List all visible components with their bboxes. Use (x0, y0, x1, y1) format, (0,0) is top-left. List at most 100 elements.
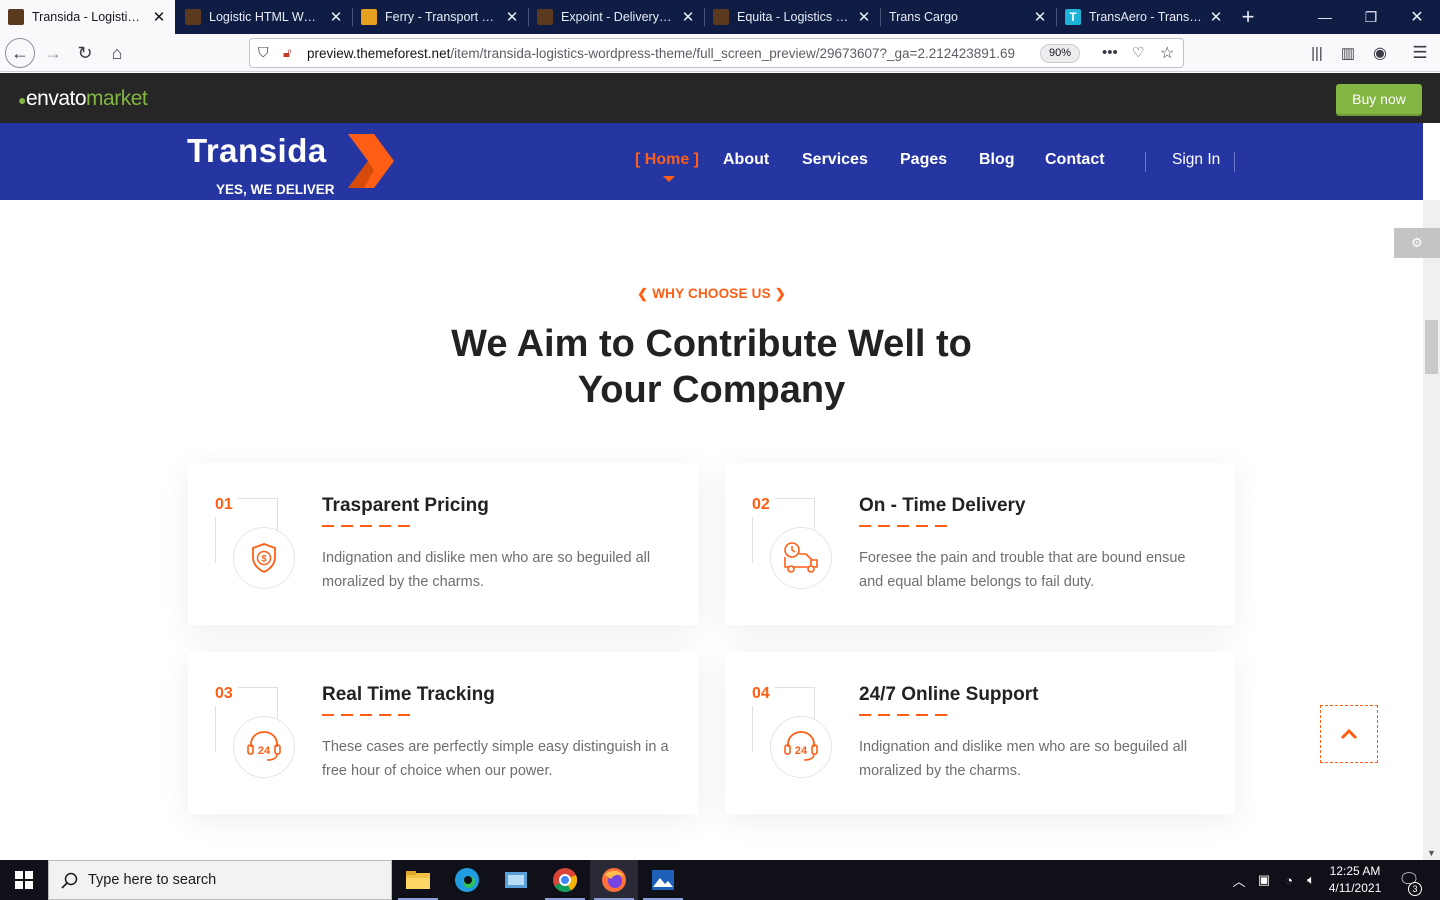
start-button[interactable] (0, 860, 48, 900)
chrome-app[interactable] (541, 860, 589, 900)
bookmark-star-icon[interactable]: ☆ (1160, 43, 1174, 63)
browser-tab[interactable]: Transida - Logistics W ✕ (0, 0, 175, 34)
close-icon[interactable]: ✕ (151, 8, 167, 26)
wifi-icon[interactable]: ◔ (1279, 860, 1299, 900)
t-letter-icon: T (1065, 9, 1081, 25)
nav-blog[interactable]: Blog (979, 151, 1015, 169)
feature-description: These cases are perfectly simple easy di… (322, 739, 669, 779)
browser-tab[interactable]: Equita - Logistics Carg ✕ (705, 0, 880, 34)
taskbar-search-input[interactable]: Type here to search (48, 860, 392, 900)
search-icon (61, 872, 78, 889)
app-window[interactable] (492, 860, 540, 900)
edge-app[interactable] (443, 860, 491, 900)
side-settings-tab[interactable]: ⚙ (1394, 228, 1440, 258)
sidebar-icon[interactable]: ▥ (1333, 38, 1363, 68)
close-icon[interactable]: ✕ (504, 8, 520, 26)
browser-tab[interactable]: Expoint - Delivery Ser ✕ (529, 0, 704, 34)
url-text: preview.themeforest.net/item/transida-lo… (307, 46, 1016, 61)
feature-title: On - Time Delivery (859, 495, 1026, 516)
feature-title: 24/7 Online Support (859, 684, 1039, 705)
nav-about[interactable]: About (723, 151, 769, 169)
close-icon[interactable]: ✕ (680, 8, 696, 26)
sign-in-link[interactable]: Sign In (1172, 151, 1220, 169)
truck-icon (361, 9, 377, 25)
window-close-button[interactable]: ✕ (1394, 0, 1440, 34)
title-underline (322, 525, 410, 527)
shield-icon[interactable]: ⛉ (258, 44, 269, 61)
active-caret-icon (663, 176, 675, 182)
feature-card: 04 24 24/7 Online Support Indignation an… (725, 652, 1235, 814)
browser-tab-strip: Transida - Logistics W ✕ Logistic HTML W… (0, 0, 1440, 34)
forward-button[interactable]: → (38, 38, 68, 68)
brand-arrow-icon (348, 134, 394, 188)
scroll-down-icon[interactable]: ▼ (1427, 848, 1436, 858)
chevron-up-icon (1340, 728, 1358, 740)
account-icon[interactable]: ◉ (1365, 38, 1395, 68)
home-button[interactable]: ⌂ (102, 38, 132, 68)
support-24-icon: 24 (247, 731, 281, 761)
system-clock[interactable]: 12:25 AM 4/11/2021 (1318, 863, 1392, 897)
page-actions-icon[interactable]: ••• (1102, 44, 1118, 61)
close-icon[interactable]: ✕ (1208, 8, 1224, 26)
back-button[interactable]: ← (5, 38, 35, 68)
windows-logo-icon (15, 871, 33, 889)
close-icon[interactable]: ✕ (856, 8, 872, 26)
browser-tab[interactable]: Trans Cargo ✕ (881, 0, 1056, 34)
menu-icon[interactable]: ☰ (1405, 38, 1435, 68)
new-tab-button[interactable]: + (1225, 0, 1271, 34)
photos-app[interactable] (639, 860, 687, 900)
browser-tab[interactable]: Ferry - Transport and L ✕ (353, 0, 528, 34)
nav-pages[interactable]: Pages (900, 151, 947, 169)
scrollbar-thumb[interactable] (1425, 320, 1438, 374)
brand-logo[interactable]: Transida YES, WE DELIVER (187, 132, 335, 197)
file-explorer-app[interactable] (394, 860, 442, 900)
leaf-icon: ● (18, 92, 26, 108)
insecure-lock-icon[interactable]: 🔓︎ (283, 45, 291, 61)
close-icon[interactable]: ✕ (1032, 8, 1048, 26)
browser-tab[interactable]: T TransAero - Transport ✕ (1057, 0, 1232, 34)
library-icon[interactable]: ||| (1302, 38, 1332, 68)
edge-icon (455, 868, 479, 892)
shield-dollar-icon: $ (252, 543, 276, 574)
zoom-indicator[interactable]: 90% (1040, 44, 1081, 63)
feature-description: Indignation and dislike men who are so b… (859, 739, 1188, 779)
title-underline (859, 525, 947, 527)
svg-text:24: 24 (258, 745, 271, 757)
firefox-app[interactable] (590, 860, 638, 900)
nav-contact[interactable]: Contact (1045, 151, 1105, 169)
buy-now-button[interactable]: Buy now (1336, 84, 1422, 114)
envato-logo[interactable]: ●envatomarket (18, 87, 148, 111)
themeforest-icon (713, 9, 729, 25)
svg-text:24: 24 (795, 745, 808, 757)
feature-number: 01 (215, 496, 233, 513)
themeforest-icon (8, 9, 24, 25)
envato-market-bar: ●envatomarket Buy now (0, 73, 1440, 123)
reload-button[interactable]: ↻ (70, 38, 100, 68)
brand-name: Transida (187, 132, 327, 169)
chevron-right-icon: ❯ (774, 286, 786, 301)
nav-services[interactable]: Services (802, 151, 868, 169)
close-icon[interactable]: ✕ (328, 8, 344, 26)
feature-description: Foresee the pain and trouble that are bo… (859, 550, 1186, 590)
svg-text:$: $ (261, 554, 266, 564)
nav-home[interactable]: [ Home ] (635, 151, 699, 169)
pocket-icon[interactable]: ♡ (1132, 44, 1145, 61)
themeforest-icon (537, 9, 553, 25)
address-bar[interactable]: ⛉ 🔓︎ preview.themeforest.net/item/transi… (249, 38, 1184, 68)
feature-card: 02 On - Time Delivery Foresee the pain a… (725, 463, 1235, 625)
meet-now-icon[interactable]: ▣ (1254, 860, 1274, 900)
feature-number: 04 (752, 685, 770, 702)
page-scrollbar[interactable]: ▼ (1423, 200, 1440, 860)
firefox-icon (602, 868, 626, 892)
photos-icon (652, 870, 674, 890)
brand-tagline: YES, WE DELIVER (216, 182, 335, 197)
tray-chevron-up-icon[interactable]: ︿ (1230, 860, 1248, 900)
feature-number: 02 (752, 496, 770, 513)
feature-card: 01 $ Trasparent Pricing Indignation and … (188, 463, 698, 625)
minimize-button[interactable]: — (1302, 0, 1348, 34)
nav-divider (1234, 152, 1235, 172)
themeforest-icon (185, 9, 201, 25)
browser-tab[interactable]: Logistic HTML Websit ✕ (177, 0, 352, 34)
restore-button[interactable]: ❐ (1348, 0, 1394, 34)
scroll-to-top-button[interactable] (1320, 705, 1378, 763)
